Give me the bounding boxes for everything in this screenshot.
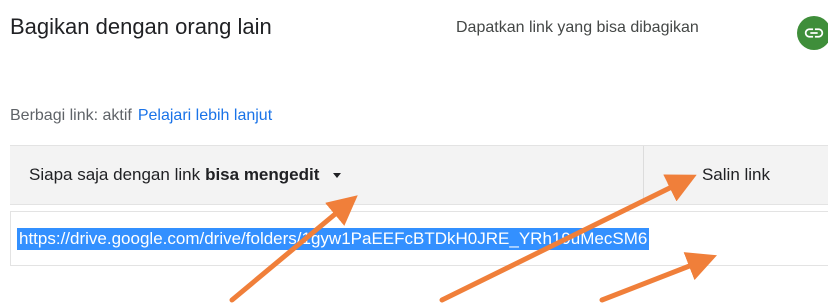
get-link-button[interactable] bbox=[797, 16, 828, 50]
share-dialog: Bagikan dengan orang lain Dapatkan link … bbox=[0, 0, 828, 306]
share-link-url[interactable]: https://drive.google.com/drive/folders/1… bbox=[17, 228, 650, 250]
dialog-title: Bagikan dengan orang lain bbox=[10, 14, 272, 39]
access-prefix: Siapa saja dengan link bbox=[29, 165, 201, 184]
share-link-field[interactable]: https://drive.google.com/drive/folders/1… bbox=[10, 211, 828, 266]
get-shareable-link-label[interactable]: Dapatkan link yang bisa dibagikan bbox=[456, 19, 699, 37]
link-sharing-status: Berbagi link: aktif bbox=[10, 107, 132, 124]
access-bar: Siapa saja dengan link bisa mengedit Sali… bbox=[10, 145, 828, 205]
link-icon bbox=[804, 28, 824, 38]
learn-more-link[interactable]: Pelajari lebih lanjut bbox=[138, 107, 272, 124]
link-sharing-status-row: Berbagi link: aktif Pelajari lebih lanjut bbox=[10, 107, 272, 125]
dropdown-caret-icon bbox=[333, 172, 342, 178]
access-permission: bisa mengedit bbox=[205, 165, 320, 184]
access-level-dropdown[interactable]: Siapa saja dengan link bisa mengedit bbox=[10, 146, 643, 204]
copy-link-button[interactable]: Salin link bbox=[644, 146, 828, 204]
